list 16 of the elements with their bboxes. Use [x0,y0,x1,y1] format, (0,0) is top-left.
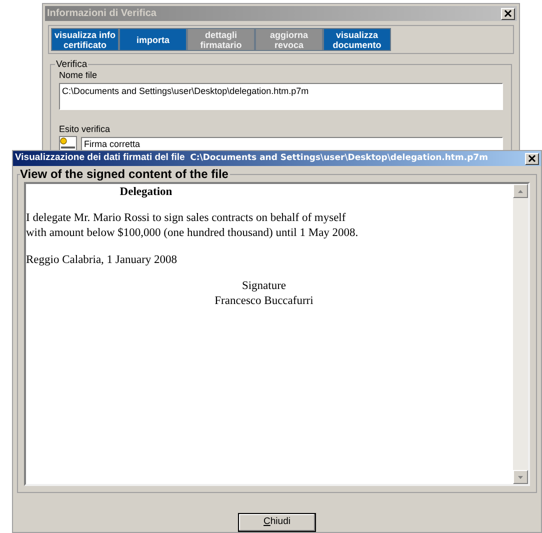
tab[interactable]: visualizza info certificato [51,28,119,51]
field-label: Esito verifica [59,124,112,135]
group-title: View of the signed content of the file [20,167,230,181]
document-paragraph: I delegate Mr. Mario Rossi to sign sales contracts on behalf of myself with amount below $100,000 (one hundred thousand) until 1 May 2008. [26,211,360,241]
document-paragraph: Reggio Calabria, 1 January 2008 [26,253,178,268]
signature-label: Signature [242,279,286,294]
group-title: Verifica [55,58,88,72]
window-title: Informazioni di Verifica [47,7,156,21]
signer-name: Francesco Buccafurri [214,294,314,309]
tab[interactable]: importa [119,28,187,51]
document-heading: Delegation [118,185,174,200]
file-name-field[interactable]: C:\Documents and Settings\user\Desktop\delegation.htm.p7m [59,83,503,110]
field-label: Nome file [59,70,98,81]
window-title: Visualizzazione dei dati firmati del file C:\Documents and Settings\user\Desktop\delegation.htm.p7m [15,151,488,166]
tab[interactable]: visualizza documento [323,28,391,51]
close-dialog-button[interactable]: Chiudi [238,513,316,532]
